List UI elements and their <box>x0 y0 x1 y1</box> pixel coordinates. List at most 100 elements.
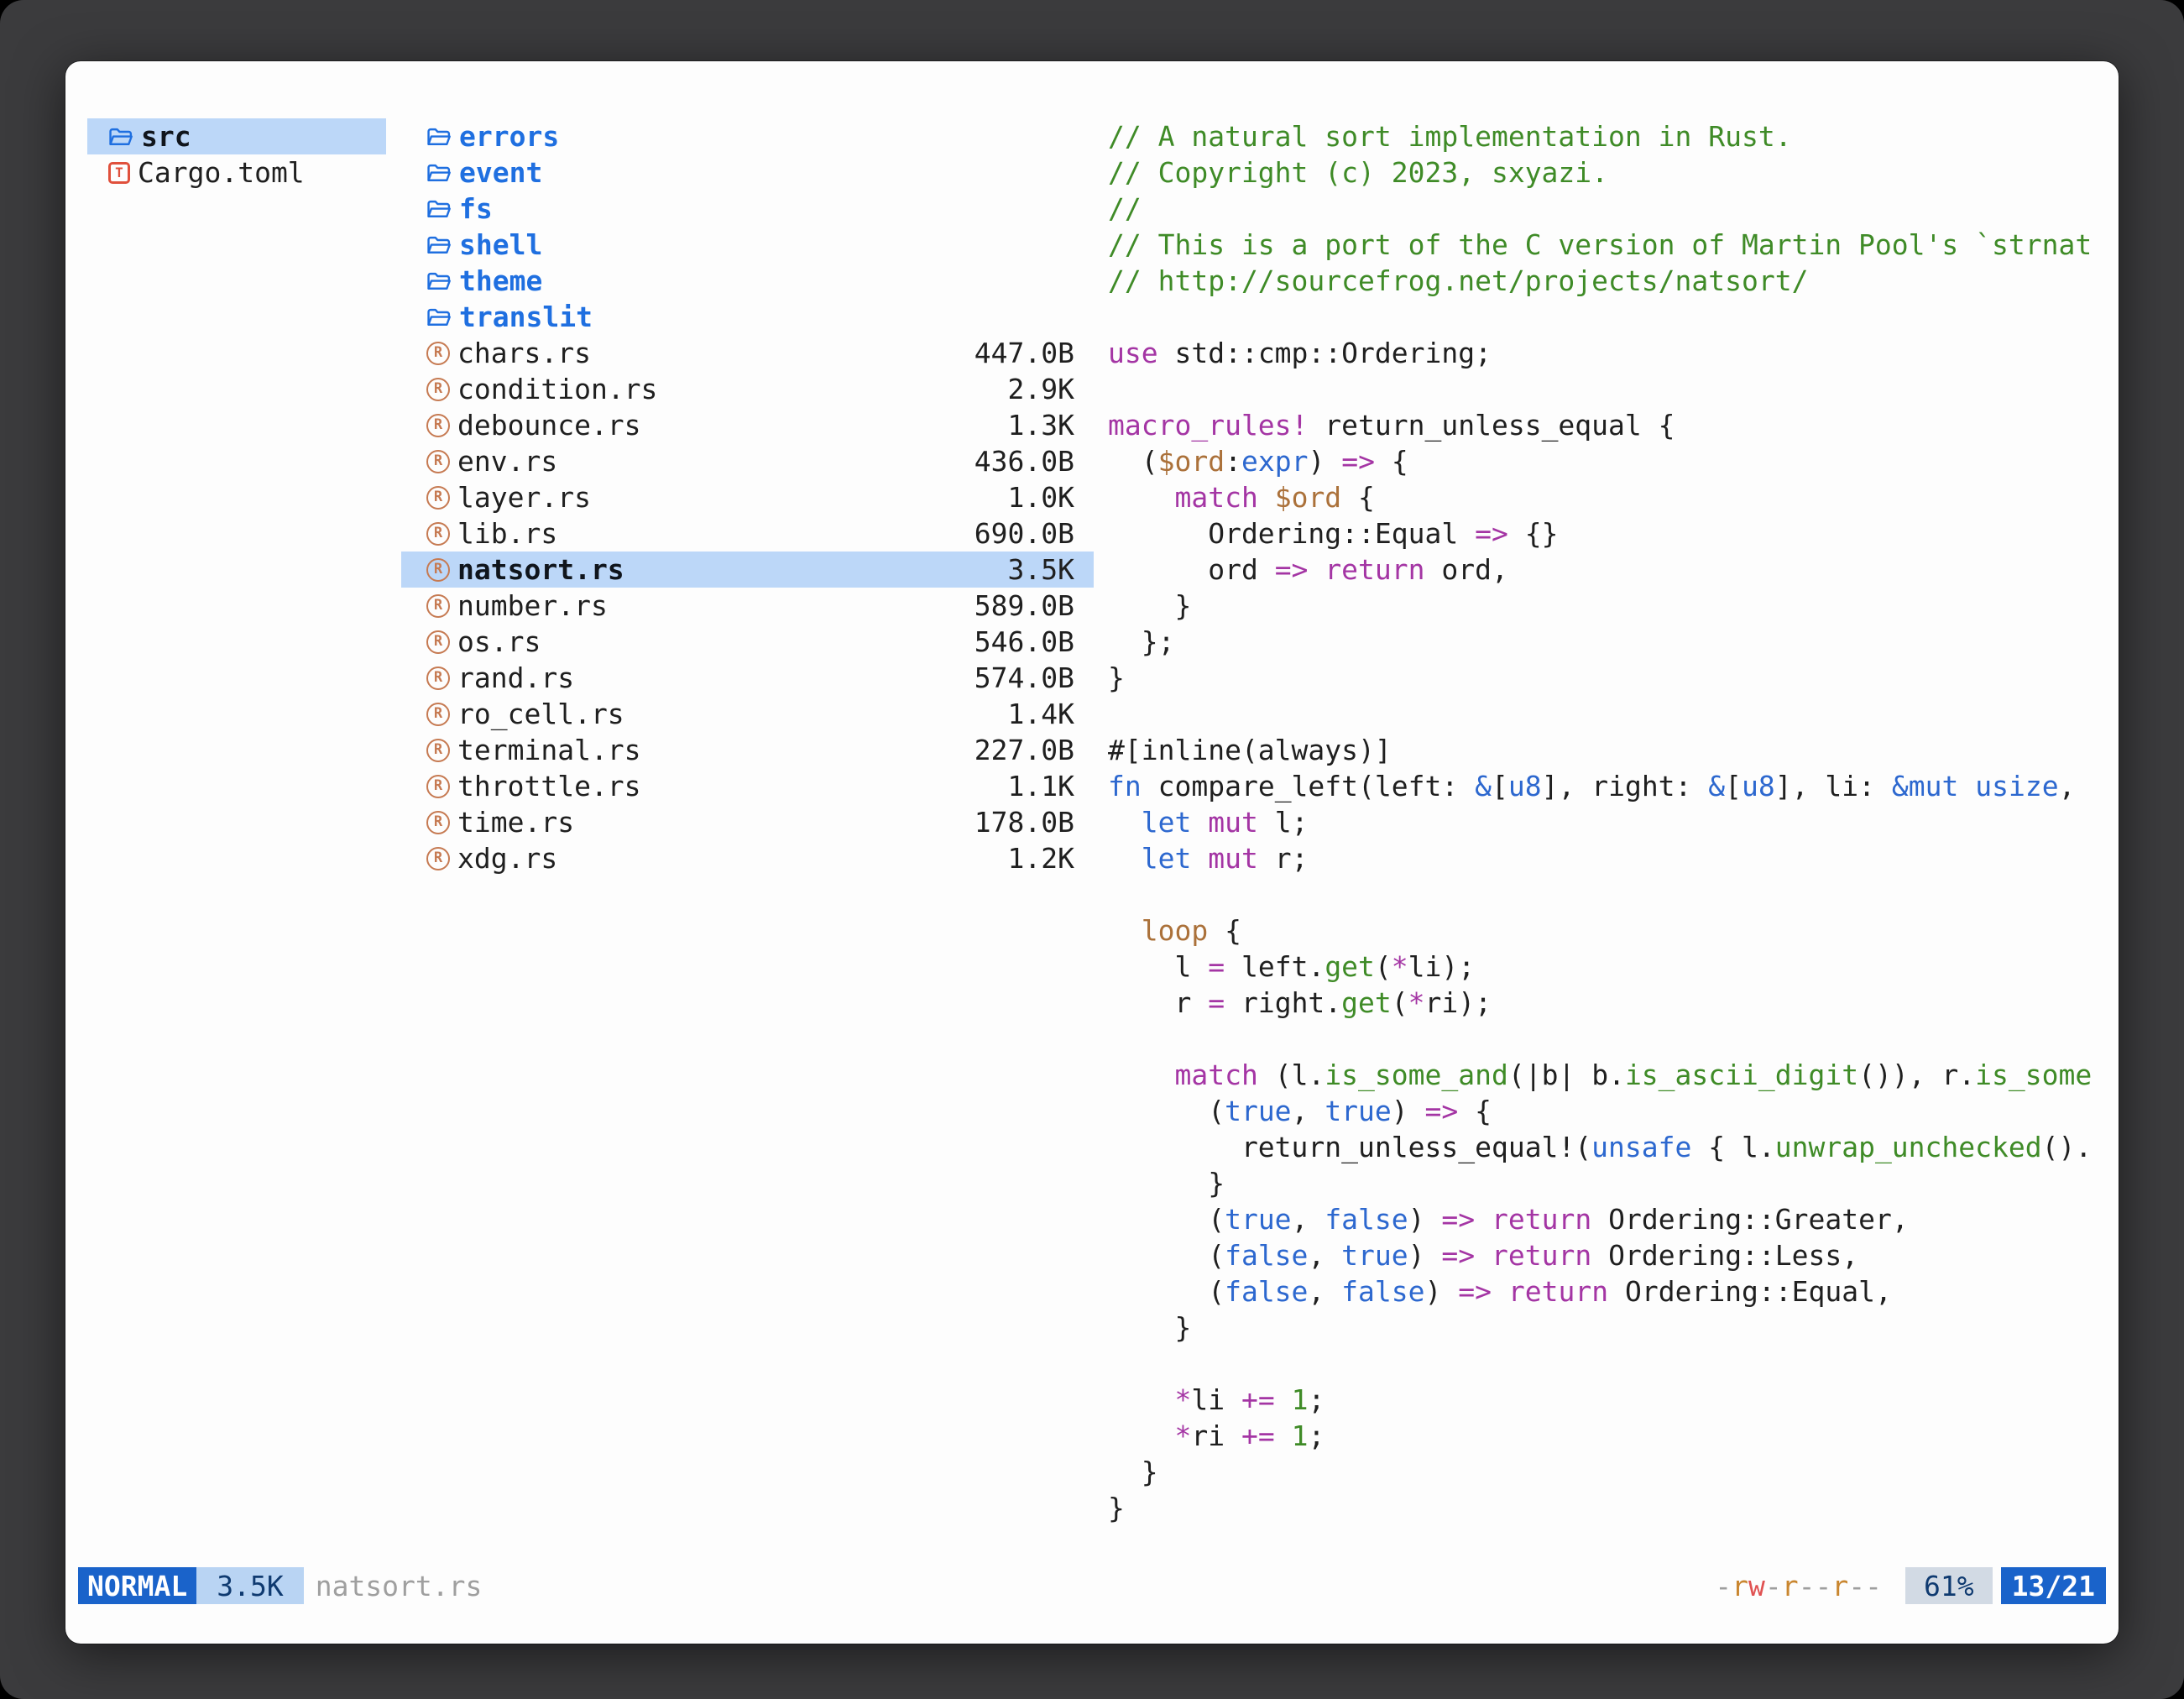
file-name: translit <box>459 299 593 335</box>
rust-file-icon: R <box>426 847 450 870</box>
file-name: debounce.rs <box>457 407 641 443</box>
file-size: 1.2K <box>1008 840 1074 876</box>
toml-file-icon: T <box>108 162 130 184</box>
file-row-terminal.rs[interactable]: Rterminal.rs227.0B <box>401 732 1094 768</box>
file-name: throttle.rs <box>457 768 641 804</box>
folder-icon <box>426 269 452 293</box>
code-line: *ri += 1; <box>1108 1418 2112 1454</box>
preview-pane: // A natural sort implementation in Rust… <box>1108 118 2112 1537</box>
file-row-ro_cell.rs[interactable]: Rro_cell.rs1.4K <box>401 696 1094 732</box>
permission-char: r <box>1782 1570 1799 1602</box>
file-row-condition.rs[interactable]: Rcondition.rs2.9K <box>401 371 1094 407</box>
file-row-os.rs[interactable]: Ros.rs546.0B <box>401 624 1094 660</box>
code-line: (true, false) => return Ordering::Greate… <box>1108 1201 2112 1237</box>
file-name: natsort.rs <box>457 552 624 588</box>
file-name: rand.rs <box>457 660 574 696</box>
code-line: // This is a port of the C version of Ma… <box>1108 227 2112 263</box>
file-row-env.rs[interactable]: Renv.rs436.0B <box>401 443 1094 479</box>
file-row-fs[interactable]: fs <box>401 191 1094 227</box>
rust-file-icon: R <box>426 450 450 473</box>
file-permissions: -rw-r--r-- <box>1715 1567 1882 1604</box>
code-line: // http://sourcefrog.net/projects/natsor… <box>1108 263 2112 299</box>
file-row-chars.rs[interactable]: Rchars.rs447.0B <box>401 335 1094 371</box>
file-size: 1.1K <box>1008 768 1074 804</box>
folder-icon <box>426 161 452 185</box>
code-line: l = left.get(*li); <box>1108 949 2112 985</box>
rust-file-icon: R <box>426 811 450 834</box>
file-row-throttle.rs[interactable]: Rthrottle.rs1.1K <box>401 768 1094 804</box>
file-size-chip: 3.5K <box>196 1567 303 1604</box>
code-line: // Copyright (c) 2023, sxyazi. <box>1108 154 2112 191</box>
code-line: ($ord:expr) => { <box>1108 443 2112 479</box>
file-name: errors <box>459 118 559 154</box>
code-line: // <box>1108 191 2112 227</box>
code-line: } <box>1108 1454 2112 1490</box>
file-name: condition.rs <box>457 371 657 407</box>
code-line: } <box>1108 1310 2112 1346</box>
permission-char: - <box>1799 1570 1816 1602</box>
scroll-percent: 61% <box>1905 1567 1993 1604</box>
permission-char: w <box>1748 1570 1765 1602</box>
code-line <box>1108 876 2112 912</box>
code-line <box>1108 1346 2112 1382</box>
file-row-lib.rs[interactable]: Rlib.rs 690.0B <box>401 515 1094 552</box>
code-line: (true, true) => { <box>1108 1093 2112 1129</box>
code-line: match $ord { <box>1108 479 2112 515</box>
cursor-position: 13/21 <box>2001 1567 2106 1604</box>
code-line: (false, true) => return Ordering::Less, <box>1108 1237 2112 1273</box>
code-line: Ordering::Equal => {} <box>1108 515 2112 552</box>
file-name: terminal.rs <box>457 732 641 768</box>
code-line: #[inline(always)] <box>1108 732 2112 768</box>
current-pane: errorseventfsshellthemetranslit Rchars.rs… <box>401 118 1094 876</box>
rust-file-icon: R <box>426 667 450 690</box>
code-line: return_unless_equal!(unsafe { l.unwrap_u… <box>1108 1129 2112 1165</box>
file-size: 178.0B <box>974 804 1074 840</box>
file-row-natsort.rs[interactable]: Rnatsort.rs3.5K <box>401 552 1094 588</box>
file-row-time.rs[interactable]: Rtime.rs178.0B <box>401 804 1094 840</box>
file-row-shell[interactable]: shell <box>401 227 1094 263</box>
code-line: fn compare_left(left: &[u8], right: &[u8… <box>1108 768 2112 804</box>
file-row-translit[interactable]: translit <box>401 299 1094 335</box>
file-name: lib.rs <box>457 515 557 552</box>
file-row-errors[interactable]: errors <box>401 118 1094 154</box>
permission-char: - <box>1715 1570 1732 1602</box>
rust-file-icon: R <box>426 486 450 510</box>
file-row-debounce.rs[interactable]: Rdebounce.rs1.3K <box>401 407 1094 443</box>
file-row-src[interactable]: src <box>87 118 386 154</box>
folder-icon <box>426 306 452 329</box>
code-line: } <box>1108 1165 2112 1201</box>
code-line: match (l.is_some_and(|b| b.is_ascii_digi… <box>1108 1057 2112 1093</box>
file-size: 574.0B <box>974 660 1074 696</box>
code-line: // A natural sort implementation in Rust… <box>1108 118 2112 154</box>
status-bar-left: NORMAL 3.5K natsort.rs <box>78 1567 482 1604</box>
file-size: 589.0B <box>974 588 1074 624</box>
file-row-number.rs[interactable]: Rnumber.rs589.0B <box>401 588 1094 624</box>
file-row-theme[interactable]: theme <box>401 263 1094 299</box>
file-name: chars.rs <box>457 335 591 371</box>
file-row-rand.rs[interactable]: Rrand.rs 574.0B <box>401 660 1094 696</box>
file-size: 3.5K <box>1008 552 1074 588</box>
file-size: 1.0K <box>1008 479 1074 515</box>
status-bar: NORMAL 3.5K natsort.rs -rw-r--r-- 61% 13… <box>78 1567 2106 1604</box>
code-line <box>1108 299 2112 335</box>
file-row-event[interactable]: event <box>401 154 1094 191</box>
permission-char: r <box>1732 1570 1748 1602</box>
rust-file-icon: R <box>426 522 450 546</box>
file-size: 227.0B <box>974 732 1074 768</box>
code-line: let mut r; <box>1108 840 2112 876</box>
file-size: 447.0B <box>974 335 1074 371</box>
file-size: 690.0B <box>974 515 1074 552</box>
file-row-xdg.rs[interactable]: Rxdg.rs1.2K <box>401 840 1094 876</box>
code-line: *li += 1; <box>1108 1382 2112 1418</box>
permission-char: - <box>1765 1570 1782 1602</box>
permission-char: - <box>1848 1570 1865 1602</box>
code-line: macro_rules! return_unless_equal { <box>1108 407 2112 443</box>
file-row-Cargo.toml[interactable]: TCargo.toml <box>87 154 386 191</box>
permission-char: - <box>1816 1570 1832 1602</box>
file-size: 546.0B <box>974 624 1074 660</box>
code-line <box>1108 1021 2112 1057</box>
permission-char: - <box>1865 1570 1882 1602</box>
file-name: shell <box>459 227 542 263</box>
folder-icon <box>426 125 452 149</box>
file-row-layer.rs[interactable]: Rlayer.rs1.0K <box>401 479 1094 515</box>
